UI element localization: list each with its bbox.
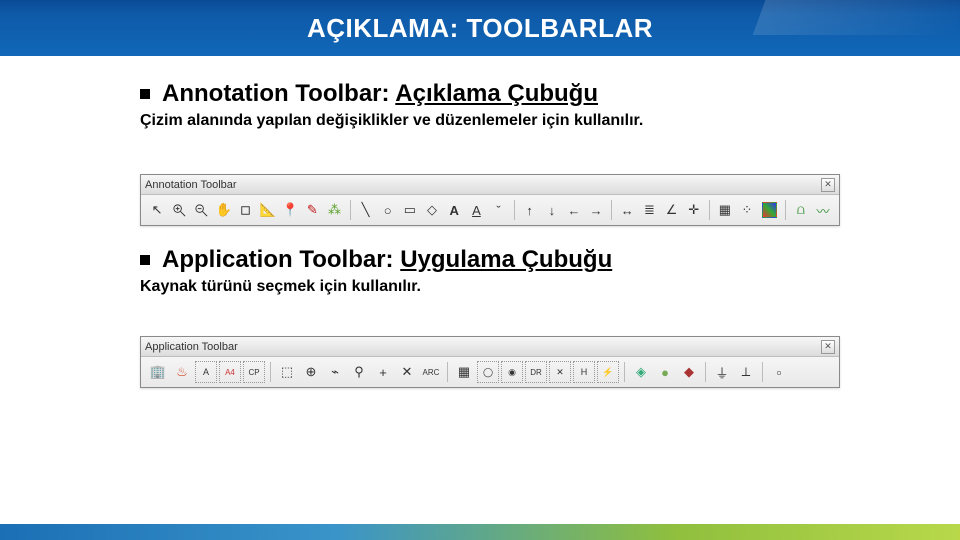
separator-icon <box>785 200 786 220</box>
heading-label: Annotation Toolbar: <box>162 80 395 107</box>
heading-translation: Açıklama Çubuğu <box>395 80 598 107</box>
pen-icon[interactable]: ✎ <box>302 199 322 221</box>
annotation-toolbar-row: ↖ ✋ 📐 📍 ✎ ⁂ ╲ ○ ▭ ◇ A A ˇ ↑ ↓ ← → ↔ ≣ ∠ <box>141 195 839 225</box>
box-dr-icon[interactable]: DR <box>525 361 547 383</box>
separator-icon <box>350 200 351 220</box>
footer-stripe <box>0 524 960 540</box>
separator-icon <box>611 200 612 220</box>
circle-plus-icon[interactable]: ⊕ <box>300 361 322 383</box>
cube-icon[interactable]: ⬚ <box>276 361 298 383</box>
section-desc-annotation: Çizim alanında yapılan değişiklikler ve … <box>140 112 840 130</box>
separator-icon <box>447 362 448 382</box>
box-x-icon[interactable]: ✕ <box>549 361 571 383</box>
arrow-down-icon[interactable]: ↓ <box>542 199 562 221</box>
application-toolbar-row: 🏢 ♨ A A4 CP ⬚ ⊕ ⌁ ⚲ + ✕ ARC ▦ ◯ ◉ DR ✕ H… <box>141 357 839 387</box>
colors-icon[interactable] <box>762 202 777 218</box>
angle-icon[interactable]: ∠ <box>662 199 682 221</box>
box-end-icon[interactable]: ▫ <box>768 361 790 383</box>
box-o2-icon[interactable]: ◉ <box>501 361 523 383</box>
toolbar-titlebar: Application Toolbar ✕ <box>141 337 839 357</box>
rect-icon[interactable]: ▭ <box>400 199 420 221</box>
toolbar-title-text: Annotation Toolbar <box>145 179 237 191</box>
text-icon[interactable]: A <box>444 199 464 221</box>
plus-icon[interactable]: + <box>372 361 394 383</box>
dimension-icon[interactable]: ↔ <box>617 199 637 221</box>
align-icon[interactable]: ≣ <box>639 199 659 221</box>
cube-red-icon[interactable]: ◆ <box>678 361 700 383</box>
grid-icon[interactable]: ▦ <box>715 199 735 221</box>
section-heading-annotation: Annotation Toolbar: Açıklama Çubuğu <box>140 80 840 108</box>
caret-icon[interactable]: ˇ <box>488 199 508 221</box>
sphere-icon[interactable]: ● <box>654 361 676 383</box>
zoom-in-icon[interactable] <box>169 199 189 221</box>
line-icon[interactable]: ╲ <box>355 199 375 221</box>
heading-label: Application Toolbar: <box>162 246 400 273</box>
ground-icon[interactable]: ⏚ <box>711 361 733 383</box>
slide-header: AÇIKLAMA: TOOLBARLAR <box>0 0 960 56</box>
separator-icon <box>624 362 625 382</box>
nodes-icon[interactable]: ⁘ <box>737 199 757 221</box>
separator-icon <box>709 200 710 220</box>
section-heading-application: Application Toolbar: Uygulama Çubuğu <box>140 246 840 274</box>
heading-translation: Uygulama Çubuğu <box>400 246 612 273</box>
box-h-icon[interactable]: H <box>573 361 595 383</box>
section-desc-application: Kaynak türünü seçmek için kullanılır. <box>140 278 840 296</box>
wand-icon[interactable]: ⁂ <box>324 199 344 221</box>
flame-icon[interactable]: ♨ <box>171 361 193 383</box>
separator-icon <box>705 362 706 382</box>
cross-icon[interactable]: ✕ <box>396 361 418 383</box>
grid-icon[interactable]: ▦ <box>453 361 475 383</box>
arc-icon[interactable]: ARC <box>420 361 442 383</box>
separator-icon <box>762 362 763 382</box>
toolbar-title-text: Application Toolbar <box>145 341 238 353</box>
bullet-icon <box>140 89 150 99</box>
box-cp-icon[interactable]: CP <box>243 361 265 383</box>
box3d-icon[interactable]: ◈ <box>630 361 652 383</box>
underline-icon[interactable]: A <box>466 199 486 221</box>
ground2-icon[interactable]: ⟂ <box>735 361 757 383</box>
ruler-icon[interactable]: 📐 <box>258 199 278 221</box>
box-a-icon[interactable]: A <box>195 361 217 383</box>
bullet-icon <box>140 255 150 265</box>
arrow-right-icon[interactable]: → <box>586 199 606 221</box>
slide-content: Annotation Toolbar: Açıklama Çubuğu Çizi… <box>0 56 960 388</box>
box-a4-icon[interactable]: A4 <box>219 361 241 383</box>
zoom-out-icon[interactable] <box>191 199 211 221</box>
pointer-icon[interactable]: ↖ <box>147 199 167 221</box>
pan-icon[interactable]: ✋ <box>214 199 234 221</box>
sparkline-icon[interactable]: ⩍ <box>791 199 811 221</box>
annotation-toolbar-window: Annotation Toolbar ✕ ↖ ✋ 📐 📍 ✎ ⁂ ╲ ○ ▭ ◇… <box>140 174 840 226</box>
crop-icon[interactable] <box>236 199 256 221</box>
separator-icon <box>514 200 515 220</box>
leaf-icon[interactable]: ⌁ <box>324 361 346 383</box>
arrow-up-icon[interactable]: ↑ <box>520 199 540 221</box>
curve-icon[interactable]: 〰 <box>813 199 833 221</box>
close-icon[interactable]: ✕ <box>821 340 835 354</box>
toolbar-titlebar: Annotation Toolbar ✕ <box>141 175 839 195</box>
building-icon[interactable]: 🏢 <box>147 361 169 383</box>
pushpin-icon[interactable]: 📍 <box>280 199 300 221</box>
box-o-icon[interactable]: ◯ <box>477 361 499 383</box>
polygon-icon[interactable]: ◇ <box>422 199 442 221</box>
separator-icon <box>270 362 271 382</box>
box-z-icon[interactable]: ⚡ <box>597 361 619 383</box>
circle-icon[interactable]: ○ <box>378 199 398 221</box>
crosshair-icon[interactable]: ✛ <box>684 199 704 221</box>
wand2-icon[interactable]: ⚲ <box>348 361 370 383</box>
arrow-left-icon[interactable]: ← <box>564 199 584 221</box>
application-toolbar-window: Application Toolbar ✕ 🏢 ♨ A A4 CP ⬚ ⊕ ⌁ … <box>140 336 840 388</box>
slide-title: AÇIKLAMA: TOOLBARLAR <box>307 13 653 44</box>
close-icon[interactable]: ✕ <box>821 178 835 192</box>
